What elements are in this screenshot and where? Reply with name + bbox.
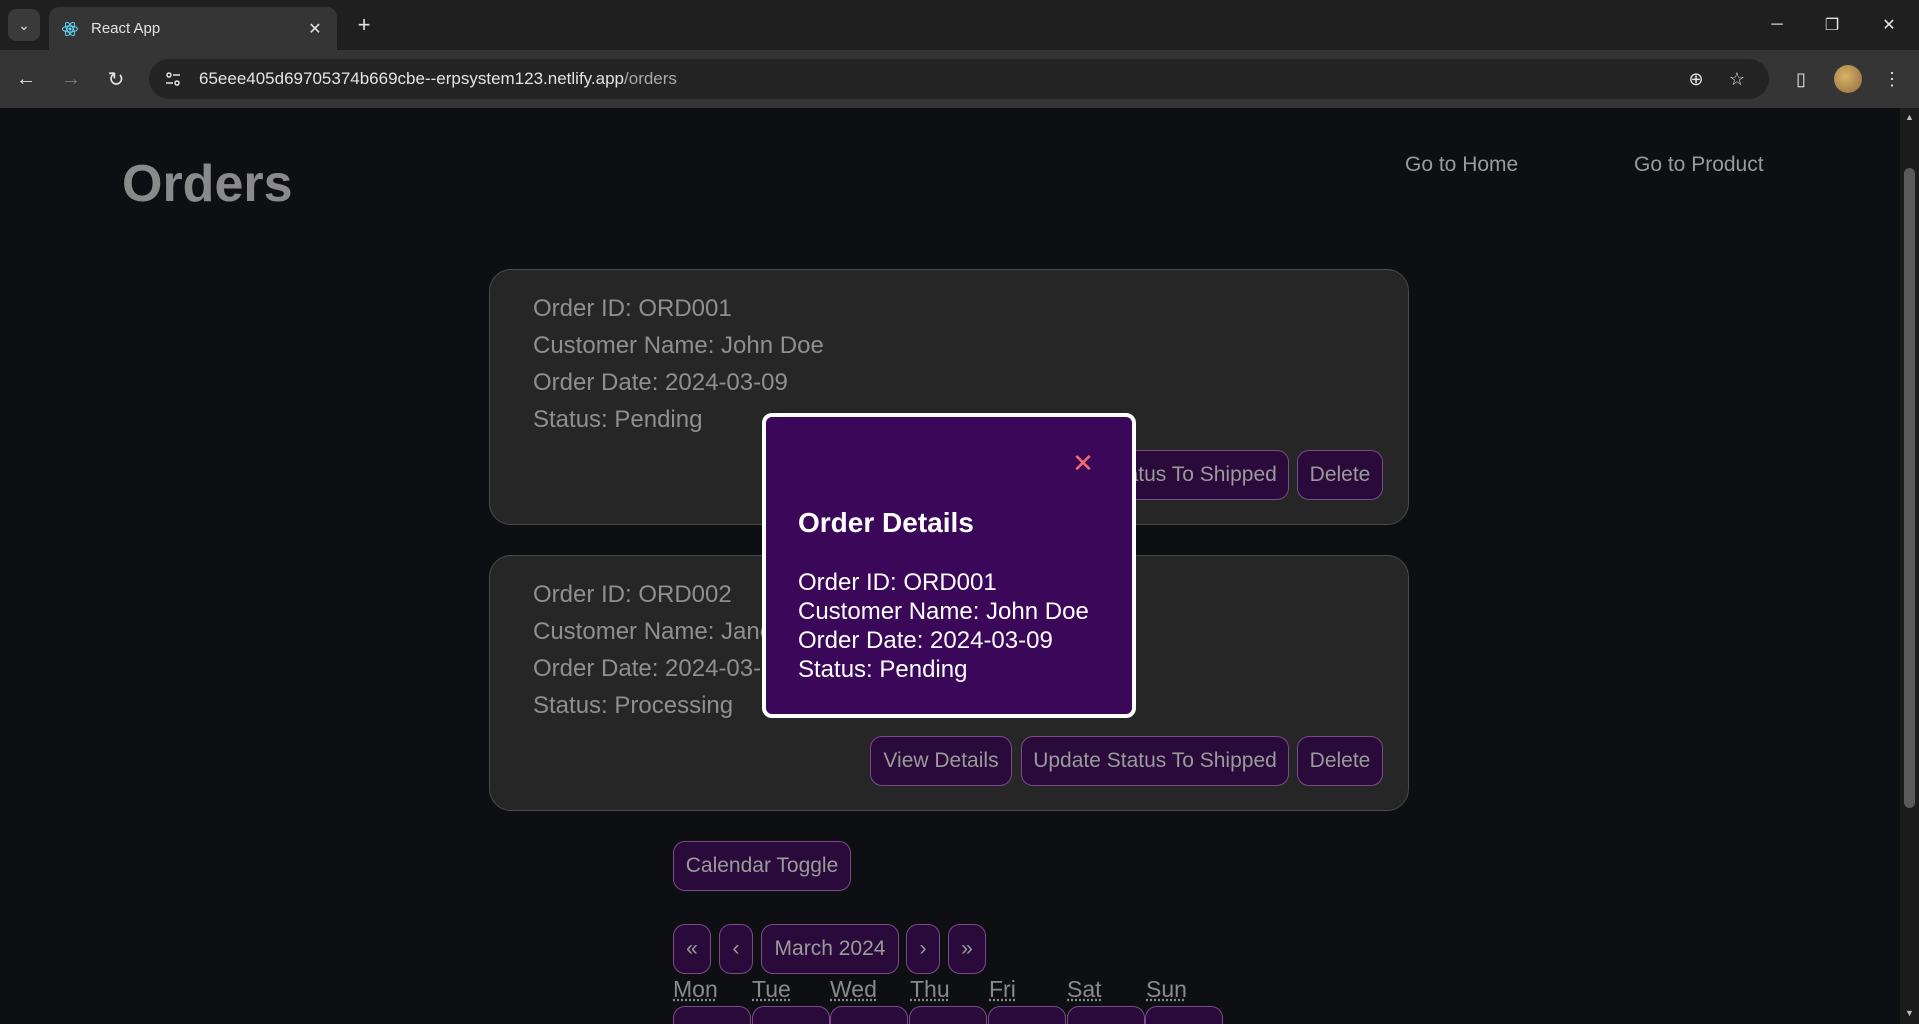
weekday-label: Mon (673, 976, 718, 1002)
delete-button[interactable]: Delete (1297, 736, 1383, 786)
reload-icon[interactable]: ↻ (100, 63, 132, 95)
page-title: Orders (122, 155, 293, 213)
go-product-link[interactable]: Go to Product (1634, 153, 1764, 177)
view-details-button[interactable]: View Details (870, 736, 1012, 786)
calendar-day-cell[interactable] (988, 1006, 1066, 1024)
url-path: /orders (624, 69, 677, 88)
browser-toolbar: ← → ↻ 65eee405d69705374b669cbe--erpsyste… (0, 50, 1919, 108)
next-year-button[interactable]: » (948, 924, 986, 974)
minimize-icon[interactable]: ─ (1754, 9, 1800, 41)
tab-bar: ⌄ React App ✕ + ─ ❐ ✕ (0, 0, 1919, 50)
month-label-button[interactable]: March 2024 (761, 924, 899, 974)
scroll-down-icon[interactable]: ▼ (1904, 1008, 1915, 1018)
next-month-button[interactable]: › (906, 924, 940, 974)
order-details-modal: ✕ Order Details Order ID: ORD001 Custome… (762, 413, 1136, 718)
modal-order-id: Order ID: ORD001 (798, 569, 997, 596)
calendar-day-cell[interactable] (909, 1006, 987, 1024)
calendar-day-cell[interactable] (673, 1006, 751, 1024)
order-status: Status: Pending (533, 406, 703, 433)
order-id: Order ID: ORD001 (533, 295, 732, 322)
calendar-day-cell[interactable] (752, 1006, 830, 1024)
zoom-icon[interactable]: ⊕ (1684, 67, 1708, 91)
weekday-label: Sun (1146, 976, 1187, 1002)
update-status-button[interactable]: Update Status To Shipped (1021, 736, 1289, 786)
page-scrollbar[interactable]: ▲ ▼ (1900, 108, 1919, 1024)
modal-title: Order Details (798, 507, 974, 538)
order-id: Order ID: ORD002 (533, 581, 732, 608)
modal-status: Status: Pending (798, 656, 968, 683)
modal-order-date: Order Date: 2024-03-09 (798, 627, 1053, 654)
go-home-link[interactable]: Go to Home (1405, 153, 1518, 177)
tab-title: React App (91, 20, 161, 37)
side-panel-icon[interactable]: ▯ (1785, 63, 1817, 95)
profile-avatar[interactable] (1834, 65, 1862, 93)
prev-year-button[interactable]: « (673, 924, 711, 974)
modal-customer-name: Customer Name: John Doe (798, 598, 1089, 625)
customer-name: Customer Name: John Doe (533, 332, 824, 359)
tab-search-icon[interactable]: ⌄ (8, 9, 40, 41)
new-tab-icon[interactable]: + (350, 11, 378, 39)
forward-arrow-icon[interactable]: → (55, 63, 87, 95)
url-text: 65eee405d69705374b669cbe--erpsystem123.n… (199, 69, 677, 89)
menu-kebab-icon[interactable]: ⋮ (1876, 63, 1908, 95)
scroll-thumb[interactable] (1904, 168, 1915, 808)
url-host: 65eee405d69705374b669cbe--erpsystem123.n… (199, 69, 625, 88)
delete-button[interactable]: Delete (1297, 450, 1383, 500)
scroll-up-icon[interactable]: ▲ (1904, 112, 1915, 122)
weekday-label: Wed (830, 976, 877, 1002)
tab-close-icon[interactable]: ✕ (305, 19, 325, 39)
close-icon[interactable]: ✕ (1069, 448, 1097, 478)
weekday-label: Tue (752, 976, 791, 1002)
calendar-toggle-button[interactable]: Calendar Toggle (673, 841, 851, 891)
site-info-icon[interactable] (153, 59, 193, 99)
order-status: Status: Processing (533, 692, 734, 719)
order-date: Order Date: 2024-03-09 (533, 655, 788, 682)
browser-tab[interactable]: React App ✕ (49, 7, 337, 50)
restore-icon[interactable]: ❐ (1809, 9, 1855, 41)
weekday-label: Thu (910, 976, 950, 1002)
prev-month-button[interactable]: ‹ (719, 924, 753, 974)
calendar-day-cell[interactable] (1067, 1006, 1145, 1024)
weekday-label: Sat (1067, 976, 1102, 1002)
weekday-label: Fri (989, 976, 1016, 1002)
bookmark-star-icon[interactable]: ☆ (1725, 67, 1749, 91)
back-arrow-icon[interactable]: ← (10, 63, 42, 95)
window-close-icon[interactable]: ✕ (1866, 9, 1912, 41)
order-date: Order Date: 2024-03-09 (533, 369, 788, 396)
react-logo-icon (62, 21, 78, 36)
calendar-day-cell[interactable] (1145, 1006, 1223, 1024)
calendar-day-cell[interactable] (830, 1006, 908, 1024)
address-bar[interactable]: 65eee405d69705374b669cbe--erpsystem123.n… (149, 59, 1769, 99)
